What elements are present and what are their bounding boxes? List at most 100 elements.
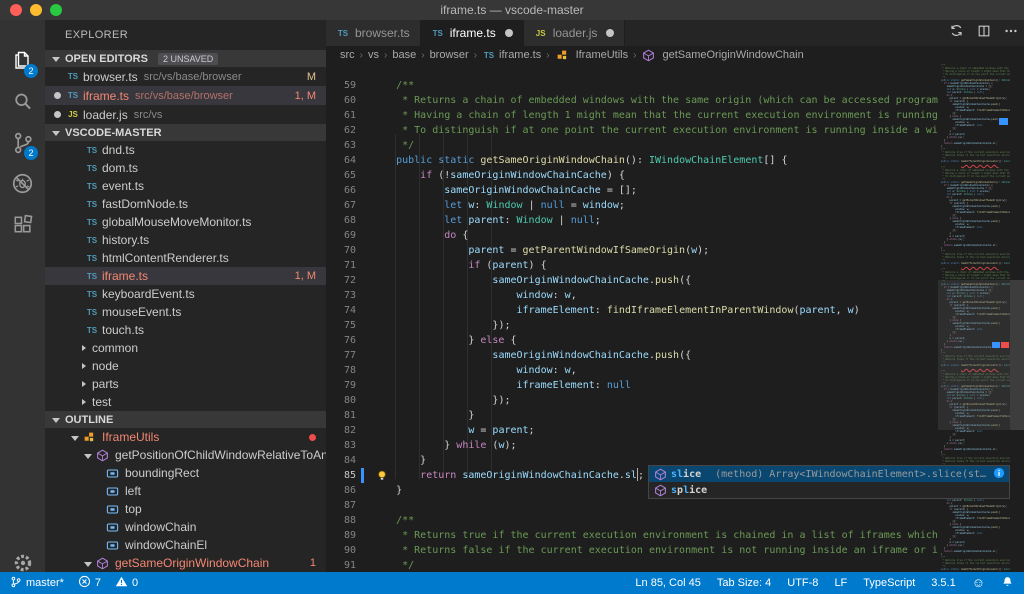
status-branch[interactable]: master* (10, 575, 64, 592)
tree-file-dnd.ts[interactable]: TSdnd.ts (45, 141, 326, 159)
lightbulb-icon[interactable] (376, 469, 388, 482)
tree-file-htmlContentRenderer.ts[interactable]: TShtmlContentRenderer.ts (45, 249, 326, 267)
tree-file-mouseEvent.ts[interactable]: TSmouseEvent.ts (45, 303, 326, 321)
status-warning[interactable]: 0 (115, 575, 138, 591)
code-line-69[interactable]: 69 do { (326, 228, 938, 243)
tree-folder-common[interactable]: common (45, 339, 326, 357)
breadcrumb-getSameOriginWindowChain[interactable]: getSameOriginWindowChain (641, 48, 803, 62)
code-line-64[interactable]: 64 public static getSameOriginWindowChai… (326, 153, 938, 168)
code-line-68[interactable]: 68 let parent: Window | null; (326, 213, 938, 228)
status-3-5-1[interactable]: 3.5.1 (931, 577, 955, 589)
code-line-90[interactable]: 90 * Returns false if the current execut… (326, 543, 938, 558)
activity-debug-button[interactable] (0, 163, 45, 204)
outline-item-boundingRect[interactable]: boundingRect (45, 464, 326, 482)
code-line-72[interactable]: 72 sameOriginWindowChainCache.push({ (326, 273, 938, 288)
code-line-87[interactable]: 87 (326, 498, 938, 513)
zoom-window-button[interactable] (50, 4, 62, 16)
code-line-78[interactable]: 78 window: w, (326, 363, 938, 378)
code-line-67[interactable]: 67 let w: Window | null = window; (326, 198, 938, 213)
code-line-70[interactable]: 70 parent = getParentWindowIfSameOrigin(… (326, 243, 938, 258)
code-line-91[interactable]: 91 */ (326, 558, 938, 572)
outline-item-left[interactable]: left (45, 482, 326, 500)
tab-iframe.ts[interactable]: TSiframe.ts (421, 20, 524, 46)
code-line-77[interactable]: 77 sameOriginWindowChainCache.push({ (326, 348, 938, 363)
more-actions-button[interactable] (1004, 24, 1018, 43)
breadcrumb-vs[interactable]: vs (368, 49, 379, 61)
activity-source-control-button[interactable]: 2 (0, 122, 45, 163)
tree-file-keyboardEvent.ts[interactable]: TSkeyboardEvent.ts (45, 285, 326, 303)
open-editor-iframe.ts[interactable]: TSiframe.tssrc/vs/base/browser1, M (45, 86, 326, 105)
code-line-83[interactable]: 83 } while (w); (326, 438, 938, 453)
outline-item-IframeUtils[interactable]: IframeUtils (45, 428, 326, 446)
code-line-79[interactable]: 79 iframeElement: null (326, 378, 938, 393)
project-section-header[interactable]: VSCODE-MASTER (45, 124, 326, 141)
tree-file-globalMouseMoveMonitor.ts[interactable]: TSglobalMouseMoveMonitor.ts (45, 213, 326, 231)
activity-search-button[interactable] (0, 81, 45, 122)
vertical-scrollbar[interactable] (1010, 280, 1024, 430)
code-line-73[interactable]: 73 window: w, (326, 288, 938, 303)
outline-section-header[interactable]: OUTLINE (45, 411, 326, 428)
code-line-88[interactable]: 88 /** (326, 513, 938, 528)
status-feedback[interactable]: ☺ (972, 576, 985, 590)
status-ln-85--col-45[interactable]: Ln 85, Col 45 (635, 577, 700, 589)
code-editor[interactable]: 59 /**60 * Returns a chain of embedded w… (326, 64, 1024, 572)
tree-file-history.ts[interactable]: TShistory.ts (45, 231, 326, 249)
code-line-61[interactable]: 61 * Having a chain of length 1 might me… (326, 108, 938, 123)
suggest-item[interactable]: slice(method) Array<IWindowChainElement>… (649, 466, 1009, 482)
open-editors-header[interactable]: OPEN EDITORS 2 UNSAVED (45, 50, 326, 67)
code-line-89[interactable]: 89 * Returns true if the current executi… (326, 528, 938, 543)
suggest-item[interactable]: splice (649, 482, 1009, 498)
tree-folder-node[interactable]: node (45, 357, 326, 375)
breadcrumb-browser[interactable]: browser (430, 49, 469, 61)
code-line-60[interactable]: 60 * Returns a chain of embedded windows… (326, 93, 938, 108)
outline-item-windowChain[interactable]: windowChain (45, 518, 326, 536)
tree-file-event.ts[interactable]: TSevent.ts (45, 177, 326, 195)
breadcrumb-IframeUtils[interactable]: IframeUtils (555, 48, 629, 62)
status-typescript[interactable]: TypeScript (863, 577, 915, 589)
status-utf-8[interactable]: UTF-8 (787, 577, 818, 589)
open-editor-loader.js[interactable]: JSloader.jssrc/vs (45, 105, 326, 124)
outline-item-getPositionOfChildWindowRelativeToAncest[interactable]: getPositionOfChildWindowRelativeToAncest… (45, 446, 326, 464)
code-line-59[interactable]: 59 /** (326, 78, 938, 93)
tree-file-touch.ts[interactable]: TStouch.ts (45, 321, 326, 339)
outline-item-windowChainEl[interactable]: windowChainEl (45, 536, 326, 554)
breadcrumb-src[interactable]: src (340, 49, 355, 61)
activity-extensions-button[interactable] (0, 204, 45, 245)
code-line-76[interactable]: 76 } else { (326, 333, 938, 348)
status-error[interactable]: 7 (78, 575, 101, 591)
tree-folder-parts[interactable]: parts (45, 375, 326, 393)
tree-folder-test[interactable]: test (45, 393, 326, 411)
close-window-button[interactable] (10, 4, 22, 16)
tab-loader.js[interactable]: JSloader.js (524, 20, 626, 46)
status-bell[interactable] (1001, 575, 1014, 592)
status-lf[interactable]: LF (834, 577, 847, 589)
tab-browser.ts[interactable]: TSbrowser.ts (326, 20, 421, 46)
unsaved-dot-icon[interactable] (606, 29, 614, 37)
code-line-74[interactable]: 74 iframeElement: findIframeElementInPar… (326, 303, 938, 318)
minimap-slider[interactable] (938, 280, 1010, 430)
activity-explorer-button[interactable]: 2 (0, 40, 45, 81)
code-line-62[interactable]: 62 * To distinguish if at one point the … (326, 123, 938, 138)
code-line-71[interactable]: 71 if (parent) { (326, 258, 938, 273)
outline-item-getSameOriginWindowChain[interactable]: getSameOriginWindowChain1 (45, 554, 326, 572)
outline-item-top[interactable]: top (45, 500, 326, 518)
open-editor-browser.ts[interactable]: TSbrowser.tssrc/vs/base/browserM (45, 67, 326, 86)
tree-file-fastDomNode.ts[interactable]: TSfastDomNode.ts (45, 195, 326, 213)
tree-file-dom.ts[interactable]: TSdom.ts (45, 159, 326, 177)
breadcrumb-base[interactable]: base (392, 49, 416, 61)
code-line-65[interactable]: 65 if (!sameOriginWindowChainCache) { (326, 168, 938, 183)
breadcrumb-iframe.ts[interactable]: TSiframe.ts (482, 49, 541, 61)
minimize-window-button[interactable] (30, 4, 42, 16)
code-line-63[interactable]: 63 */ (326, 138, 938, 153)
status-tab-size--4[interactable]: Tab Size: 4 (717, 577, 771, 589)
code-line-81[interactable]: 81 } (326, 408, 938, 423)
split-editor-button[interactable] (977, 24, 991, 43)
tree-file-iframe.ts[interactable]: TSiframe.ts1, M (45, 267, 326, 285)
code-line-80[interactable]: 80 }); (326, 393, 938, 408)
open-changes-button[interactable] (949, 23, 964, 43)
unsaved-dot-icon[interactable] (505, 29, 513, 37)
code-line-82[interactable]: 82 w = parent; (326, 423, 938, 438)
code-line-75[interactable]: 75 }); (326, 318, 938, 333)
code-line-66[interactable]: 66 sameOriginWindowChainCache = []; (326, 183, 938, 198)
info-icon[interactable] (993, 467, 1005, 479)
